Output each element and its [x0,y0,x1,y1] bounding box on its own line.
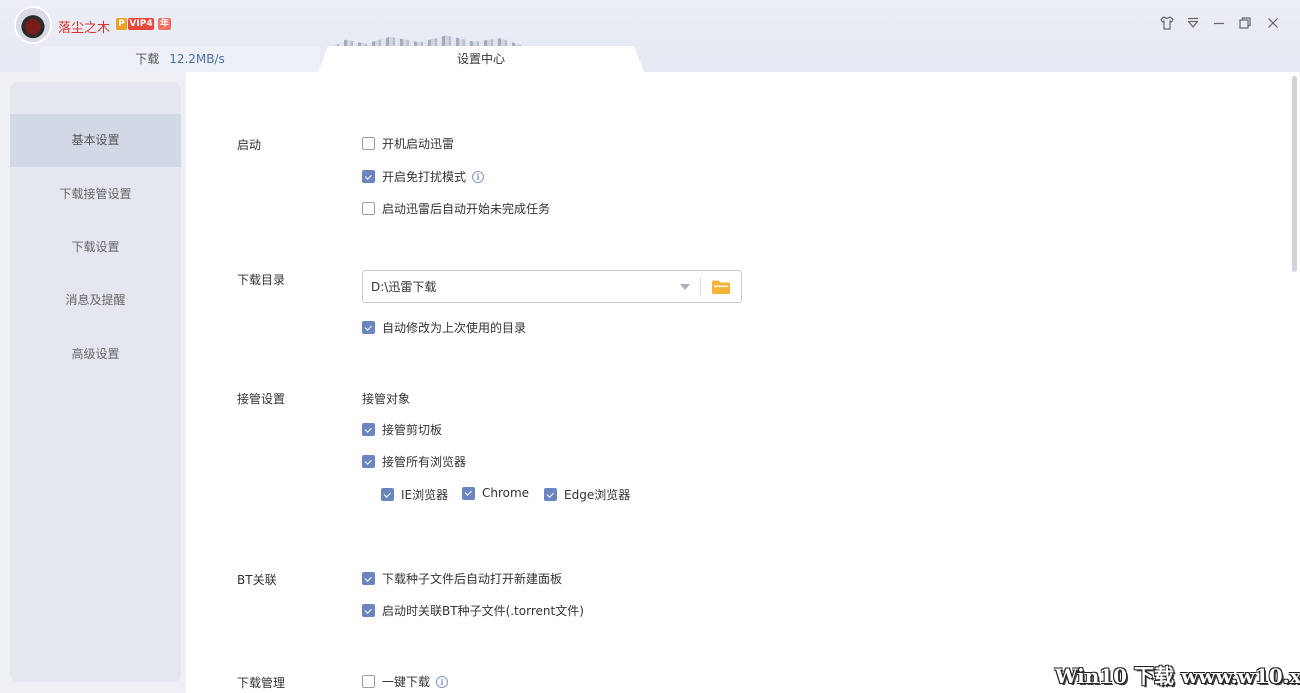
sidebar-item-basic[interactable]: 基本设置 [10,114,181,167]
restore-button[interactable] [1232,10,1258,36]
tab-download[interactable]: 下载 12.2MB/s [40,46,320,72]
folder-icon[interactable] [711,279,731,295]
tshirt-icon [1160,16,1174,30]
download-dir-select[interactable] [362,270,742,303]
info-icon[interactable]: i [472,170,485,183]
minimize-button[interactable] [1206,10,1232,36]
option-browser-edge[interactable]: Edge浏览器 [544,486,630,503]
option-label: 一键下载 [382,675,431,689]
option-label: 下载种子文件后自动打开新建面板 [382,572,563,586]
username[interactable]: 落尘之木 [58,17,110,36]
option-browser-chrome[interactable]: Chrome [462,486,529,500]
option-label: 启动迅雷后自动开始未完成任务 [382,202,551,216]
divider [700,278,701,296]
option-label: 开机启动迅雷 [382,137,455,151]
watermark-text: Win10 下载 www.w10.xyz [1055,664,1300,688]
option-label: IE浏览器 [401,488,449,502]
section-label-download-mgmt: 下载管理 [237,676,286,690]
sidebar-item-advanced[interactable]: 高级设置 [10,328,181,381]
minimize-icon [1214,22,1224,25]
option-auto-update-dir[interactable]: 自动修改为上次使用的目录 [362,319,526,336]
section-label-bt: BT关联 [237,573,277,587]
tab-download-label: 下载 [135,52,160,66]
option-label: 开启免打扰模式 [382,170,467,184]
checkbox-resume-tasks[interactable] [362,202,375,215]
option-takeover-all-browsers[interactable]: 接管所有浏览器 [362,453,466,470]
tab-settings-label: 设置中心 [456,52,505,66]
option-browser-ie[interactable]: IE浏览器 [381,486,448,503]
checkbox-takeover-clipboard[interactable] [362,423,375,436]
option-label: 接管所有浏览器 [382,455,467,469]
close-button[interactable] [1260,10,1286,36]
option-takeover-clipboard[interactable]: 接管剪切板 [362,421,442,438]
checkbox-do-not-disturb[interactable] [362,170,375,183]
checkbox-auto-update-dir[interactable] [362,321,375,334]
close-icon [1268,18,1278,28]
avatar[interactable] [16,8,50,42]
scrollbar-thumb[interactable] [1292,76,1297,272]
checkbox-browser-ie[interactable] [381,488,394,501]
tab-settings[interactable]: 设置中心 [318,46,644,72]
header-background-art [330,35,530,48]
checkbox-bt-open-panel[interactable] [362,572,375,585]
option-resume-tasks[interactable]: 启动迅雷后自动开始未完成任务 [362,200,550,217]
menu-dropdown-icon [1187,17,1199,28]
option-label: 自动修改为上次使用的目录 [382,321,527,335]
checkbox-one-click-download[interactable] [362,675,375,688]
option-bt-open-panel[interactable]: 下载种子文件后自动打开新建面板 [362,570,562,587]
checkbox-browser-chrome[interactable] [462,486,475,500]
badge-vip: VIP4 [128,18,154,30]
download-dir-input[interactable] [371,271,671,302]
option-one-click-download[interactable]: 一键下载 i [362,673,449,690]
download-speed: 12.2MB/s [169,52,225,66]
settings-sidebar: 基本设置 下载接管设置 下载设置 消息及提醒 高级设置 [10,82,181,682]
option-label: 接管剪切板 [382,423,443,437]
badge-p: P [116,18,127,30]
badge-year: 年 [158,18,171,30]
menu-button[interactable] [1180,10,1206,36]
sidebar-item-takeover[interactable]: 下载接管设置 [10,168,181,221]
chevron-down-icon[interactable] [680,284,690,290]
section-label-takeover: 接管设置 [237,392,286,406]
sidebar-item-download[interactable]: 下载设置 [10,221,181,274]
option-do-not-disturb[interactable]: 开启免打扰模式 i [362,168,485,185]
option-auto-start[interactable]: 开机启动迅雷 [362,135,454,152]
option-bt-associate[interactable]: 启动时关联BT种子文件(.torrent文件) [362,602,584,619]
checkbox-auto-start[interactable] [362,137,375,150]
title-bar: 落尘之木 P VIP4 年 下载 12.2MB/s 设置中心 [0,0,1300,72]
option-label: Chrome [482,486,530,500]
option-label: Edge浏览器 [564,488,631,502]
sidebar-item-notifications[interactable]: 消息及提醒 [10,274,181,327]
option-label: 启动时关联BT种子文件(.torrent文件) [382,604,584,618]
checkbox-browser-edge[interactable] [544,488,557,501]
checkbox-bt-associate[interactable] [362,604,375,617]
info-icon[interactable]: i [436,675,449,688]
restore-icon [1239,17,1251,29]
settings-content: 启动 开机启动迅雷 开启免打扰模式 i 启动迅雷后自动开始未完成任务 下载目录 … [186,72,1300,693]
section-label-startup: 启动 [237,138,262,152]
takeover-targets-heading: 接管对象 [362,392,411,406]
skin-button[interactable] [1154,10,1180,36]
checkbox-takeover-all-browsers[interactable] [362,455,375,468]
section-label-download-dir: 下载目录 [237,273,286,287]
